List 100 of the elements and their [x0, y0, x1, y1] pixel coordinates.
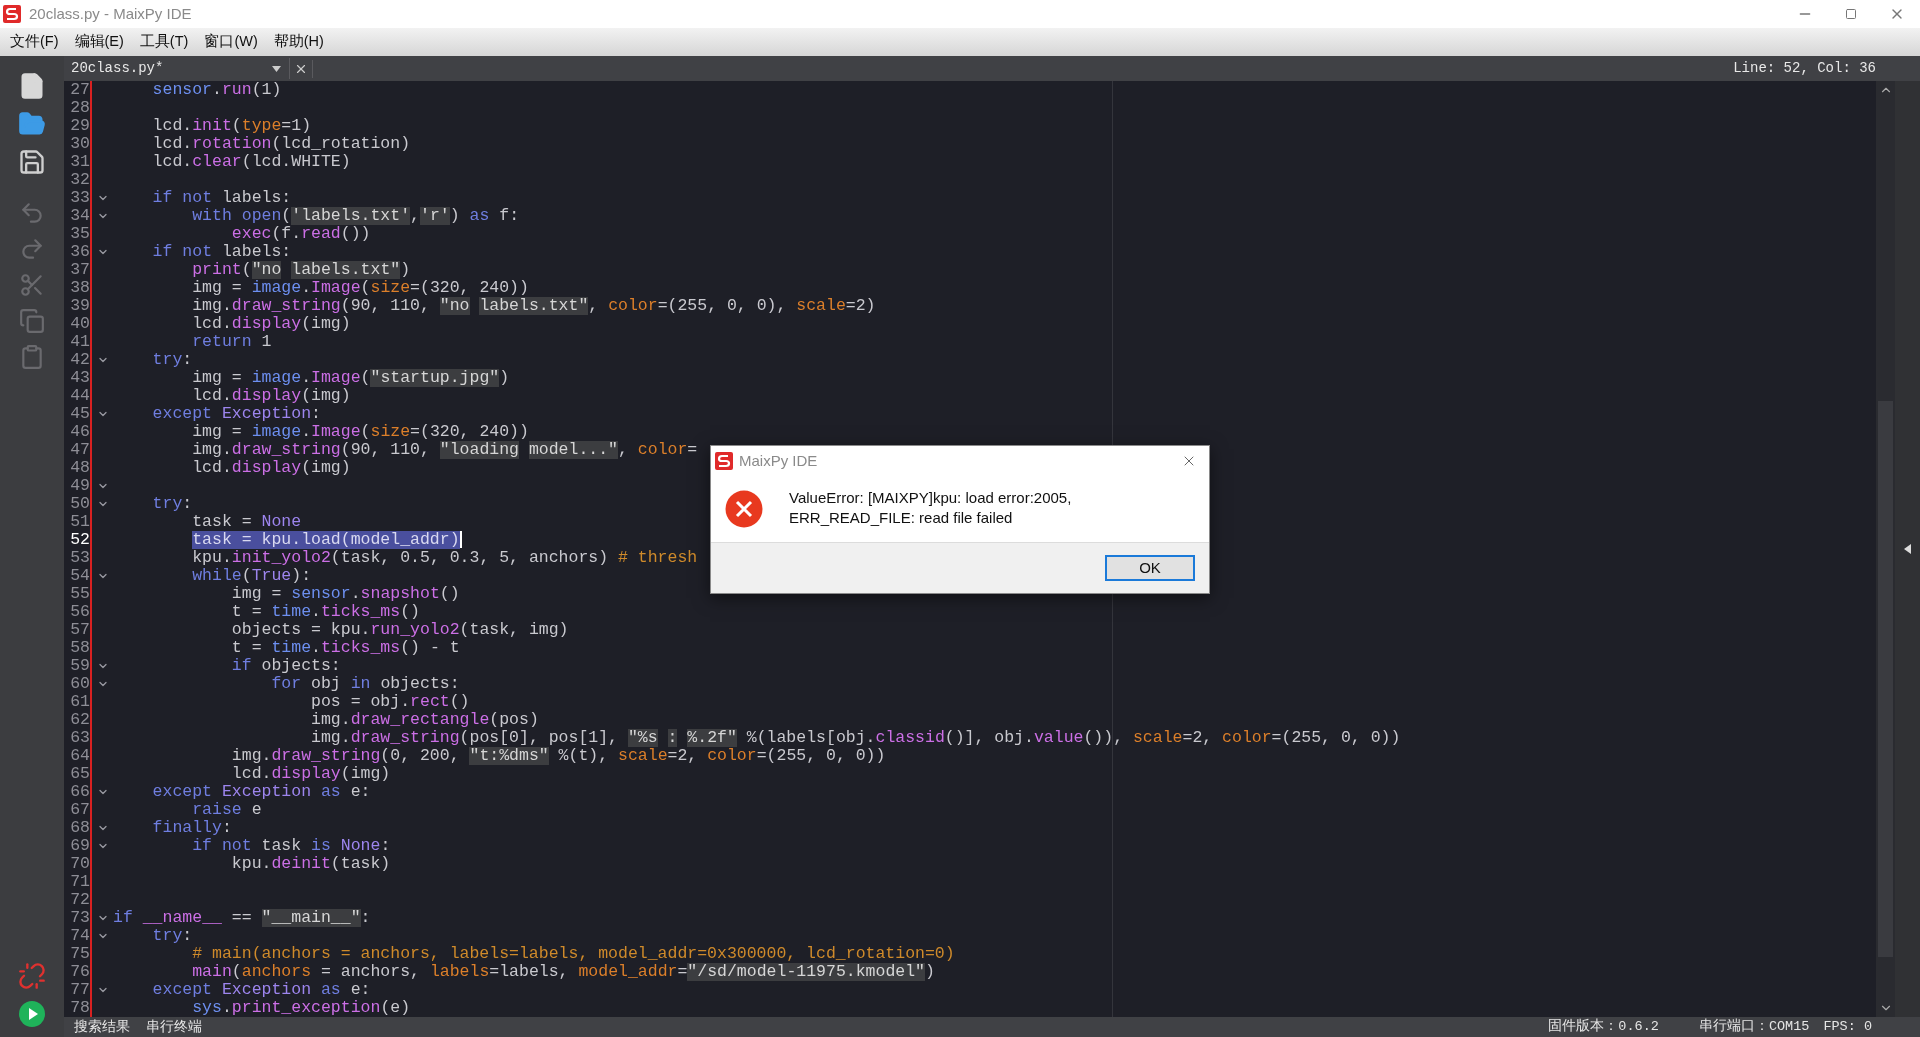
menu-item[interactable]: 窗口(W) — [196, 31, 266, 53]
error-message: ValueError: [MAIXPY]kpu: load error:2005, ERR_READ_FILE: read file failed — [789, 488, 1072, 528]
line-number: 33 — [69, 189, 90, 207]
line-number: 35 — [69, 225, 90, 243]
line-number: 36 — [69, 243, 90, 261]
code-line: img.draw_string(0, 200, "t:%dms" %(t), scale=2, color=(255, 0, 0)) — [230, 747, 886, 765]
code-line: raise e — [191, 801, 262, 819]
menu-item[interactable]: 编辑(E) — [66, 31, 132, 53]
line-number: 55 — [69, 585, 90, 603]
maximize-icon[interactable] — [1845, 8, 1857, 20]
code-line: return 1 — [191, 333, 272, 351]
code-line: lcd.display(img) — [230, 765, 391, 783]
line-number: 62 — [69, 711, 90, 729]
line-number: 48 — [69, 459, 90, 477]
scrollbar[interactable] — [1876, 81, 1895, 1017]
code-line: except Exception: — [151, 405, 321, 423]
line-number: 52 — [69, 531, 90, 549]
code-line: lcd.clear(lcd.WHITE) — [151, 153, 351, 171]
code-line: img = image.Image(size=(320, 240)) — [191, 279, 529, 297]
code-line: img.draw_rectangle(pos) — [310, 711, 539, 729]
line-number: 50 — [69, 495, 90, 513]
line-number: 74 — [69, 927, 90, 945]
line-number: 42 — [69, 351, 90, 369]
expand-icon[interactable] — [1904, 544, 1911, 554]
caret-icon[interactable] — [272, 65, 281, 72]
code-line: except Exception as e: — [151, 981, 371, 999]
line-number: 34 — [69, 207, 90, 225]
panel-tab[interactable]: 搜索结果 — [72, 1016, 132, 1037]
line-number: 61 — [69, 693, 90, 711]
line-number: 51 — [69, 513, 90, 531]
code-line: exec(f.read()) — [230, 225, 371, 243]
code-line: lcd.display(img) — [191, 315, 351, 333]
menu-item[interactable]: 工具(T) — [131, 31, 197, 53]
line-number: 46 — [69, 423, 90, 441]
line-number: 29 — [69, 117, 90, 135]
code-line: lcd.display(img) — [191, 387, 351, 405]
line-number: 78 — [69, 999, 90, 1017]
panel-tab[interactable]: 串行终端 — [144, 1016, 204, 1037]
line-number: 39 — [69, 297, 90, 315]
code-line: try: — [151, 927, 193, 945]
line-number: 31 — [69, 153, 90, 171]
line-number: 66 — [69, 783, 90, 801]
line-number: 49 — [69, 477, 90, 495]
code-line: img.draw_string(90, 110, "no labels.txt", color=(255, 0, 0), scale=2) — [191, 297, 876, 315]
code-line: lcd.init(type=1) — [151, 117, 312, 135]
code-line: except Exception as e: — [151, 783, 371, 801]
file-tab[interactable]: 20class.py* — [67, 58, 272, 79]
code-line: kpu.init_yolo2(task, 0.5, 0.3, 5, anchors) # thresh — [191, 549, 698, 567]
code-line: if __name__ == "__main__": — [113, 909, 371, 927]
code-line: t = time.ticks_ms() - t — [230, 639, 460, 657]
line-number: 76 — [69, 963, 90, 981]
line-number: 41 — [69, 333, 90, 351]
menu-item[interactable]: 文件(F) — [2, 31, 67, 53]
code-line: lcd.display(img) — [191, 459, 351, 477]
line-number: 43 — [69, 369, 90, 387]
line-number: 60 — [69, 675, 90, 693]
line-number: 45 — [69, 405, 90, 423]
ok-button[interactable]: OK — [1105, 555, 1195, 581]
line-number: 70 — [69, 855, 90, 873]
code-line: t = time.ticks_ms() — [230, 603, 420, 621]
code-line: sys.print_exception(e) — [191, 999, 411, 1017]
code-line: main(anchors = anchors, labels=labels, model_addr="/sd/model-11975.kmodel") — [191, 963, 935, 981]
code-line: with open('labels.txt','r') as f: — [191, 207, 520, 225]
code-line: img = sensor.snapshot() — [230, 585, 460, 603]
line-number: 56 — [69, 603, 90, 621]
line-number: 59 — [69, 657, 90, 675]
code-line: kpu.deinit(task) — [230, 855, 391, 873]
code-line: while(True): — [191, 567, 312, 585]
line-number: 53 — [69, 549, 90, 567]
line-number: 65 — [69, 765, 90, 783]
code-line: if not task is None: — [191, 837, 391, 855]
firmware-version: 固件版本：0.6.2 — [1548, 1017, 1659, 1036]
code-line: try: — [151, 495, 193, 513]
line-number: 37 — [69, 261, 90, 279]
line-number: 58 — [69, 639, 90, 657]
logo-icon — [715, 452, 733, 470]
dialog-title: MaixPy IDE — [739, 450, 818, 471]
serial-port: 串行端口：COM15 — [1698, 1017, 1810, 1036]
code-line: finally: — [151, 819, 232, 837]
line-number: 28 — [69, 99, 90, 117]
line-number: 71 — [69, 873, 90, 891]
play-icon[interactable] — [18, 1000, 46, 1028]
line-number: 27 — [69, 81, 90, 99]
code-line: lcd.rotation(lcd_rotation) — [151, 135, 411, 153]
fps-readout: FPS: 0 — [1823, 1017, 1872, 1036]
code-line: objects = kpu.run_yolo2(task, img) — [230, 621, 569, 639]
line-number: 63 — [69, 729, 90, 747]
code-line: # main(anchors = anchors, labels=labels, model_addr=0x300000, lcd_rotation=0) — [191, 945, 955, 963]
menu-item[interactable]: 帮助(H) — [265, 31, 332, 53]
line-number: 57 — [69, 621, 90, 639]
code-line: img.draw_string(pos[0], pos[1], "%s : %.2f" %(labels[obj.classid()], obj.value()), scale=2, color=(255, 0, 0)) — [310, 729, 1401, 747]
line-number: 67 — [69, 801, 90, 819]
line-number: 77 — [69, 981, 90, 999]
line-number: 64 — [69, 747, 90, 765]
code-line: if objects: — [230, 657, 341, 675]
code-line: img.draw_string(90, 110, "loading model...", color= — [191, 441, 698, 459]
code-line: pos = obj.rect() — [310, 693, 470, 711]
code-line: for obj in objects: — [270, 675, 460, 693]
save-icon[interactable] — [18, 148, 46, 176]
window-title: 20class.py - MaixPy IDE — [29, 3, 192, 24]
